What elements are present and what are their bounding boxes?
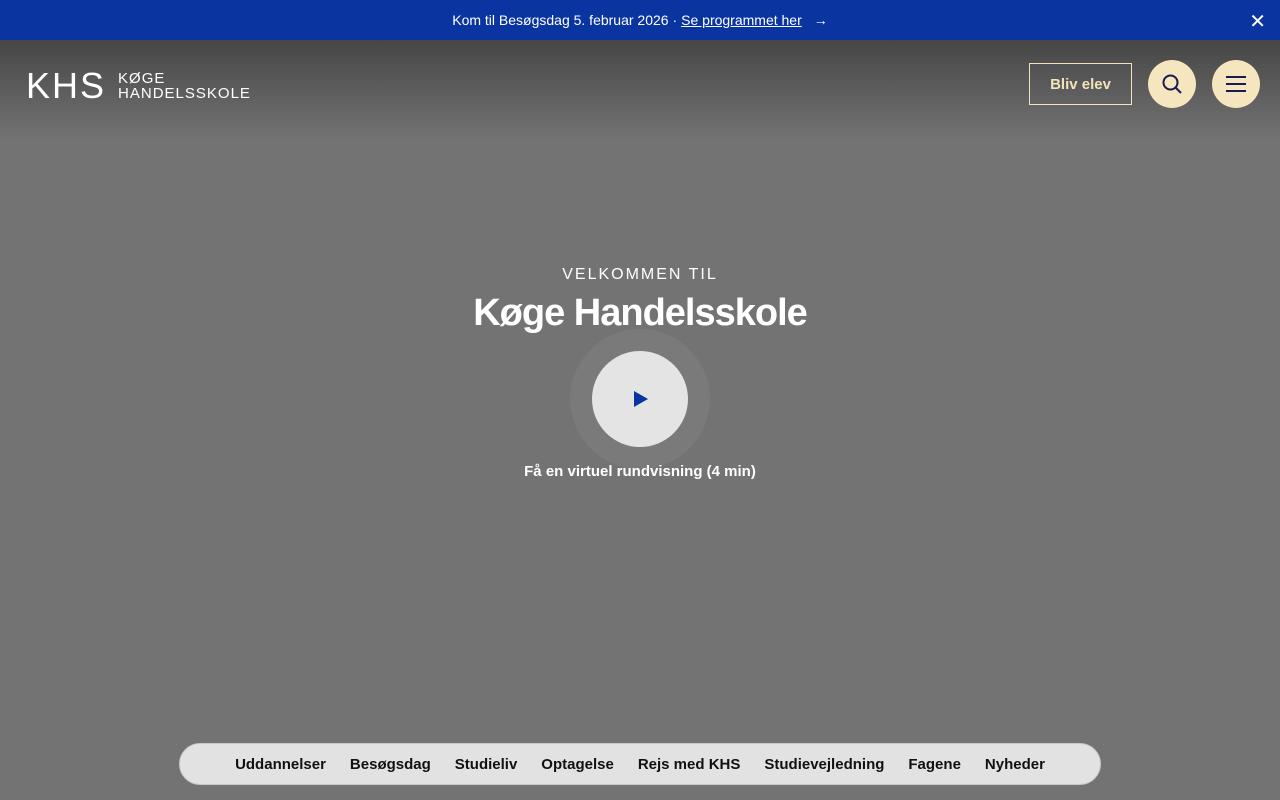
hamburger-icon xyxy=(1226,76,1246,92)
logo-line2: HANDELSSKOLE xyxy=(118,85,251,102)
nav-item-studievejledning[interactable]: Studievejledning xyxy=(764,756,884,773)
nav-item-optagelse[interactable]: Optagelse xyxy=(541,756,614,773)
menu-button[interactable] xyxy=(1212,60,1260,108)
search-button[interactable] xyxy=(1148,60,1196,108)
arrow-right-icon: → xyxy=(813,12,828,28)
play-video-button[interactable] xyxy=(592,351,688,447)
logo-text: KØGE HANDELSSKOLE xyxy=(118,71,251,101)
site-header: KHS KØGE HANDELSSKOLE Bliv elev xyxy=(0,40,1280,140)
nav-item-uddannelser[interactable]: Uddannelser xyxy=(235,756,326,773)
nav-item-fagene[interactable]: Fagene xyxy=(908,756,961,773)
nav-item-studieliv[interactable]: Studieliv xyxy=(455,756,518,773)
logo-mark: KHS xyxy=(26,65,107,106)
nav-item-nyheder[interactable]: Nyheder xyxy=(985,756,1045,773)
banner-text: Kom til Besøgsdag 5. februar 2026 · xyxy=(452,12,678,28)
play-icon xyxy=(634,391,648,407)
nav-item-rejs[interactable]: Rejs med KHS xyxy=(638,756,741,773)
nav-item-besogsdag[interactable]: Besøgsdag xyxy=(350,756,431,773)
banner-link[interactable]: Se programmet her xyxy=(681,12,802,28)
logo[interactable]: KHS KØGE HANDELSSKOLE xyxy=(26,65,251,106)
search-icon xyxy=(1162,74,1182,94)
announcement-banner: Kom til Besøgsdag 5. februar 2026 · Se p… xyxy=(0,0,1280,40)
hero-kicker: VELKOMMEN TIL xyxy=(562,266,718,283)
bliv-elev-button[interactable]: Bliv elev xyxy=(1029,63,1132,105)
bottom-nav: Uddannelser Besøgsdag Studieliv Optagels… xyxy=(179,743,1101,785)
close-icon[interactable]: ✕ xyxy=(1249,9,1266,34)
hero: VELKOMMEN TIL Køge Handelsskole Få en vi… xyxy=(0,266,1280,480)
play-video-wrap xyxy=(570,329,710,469)
